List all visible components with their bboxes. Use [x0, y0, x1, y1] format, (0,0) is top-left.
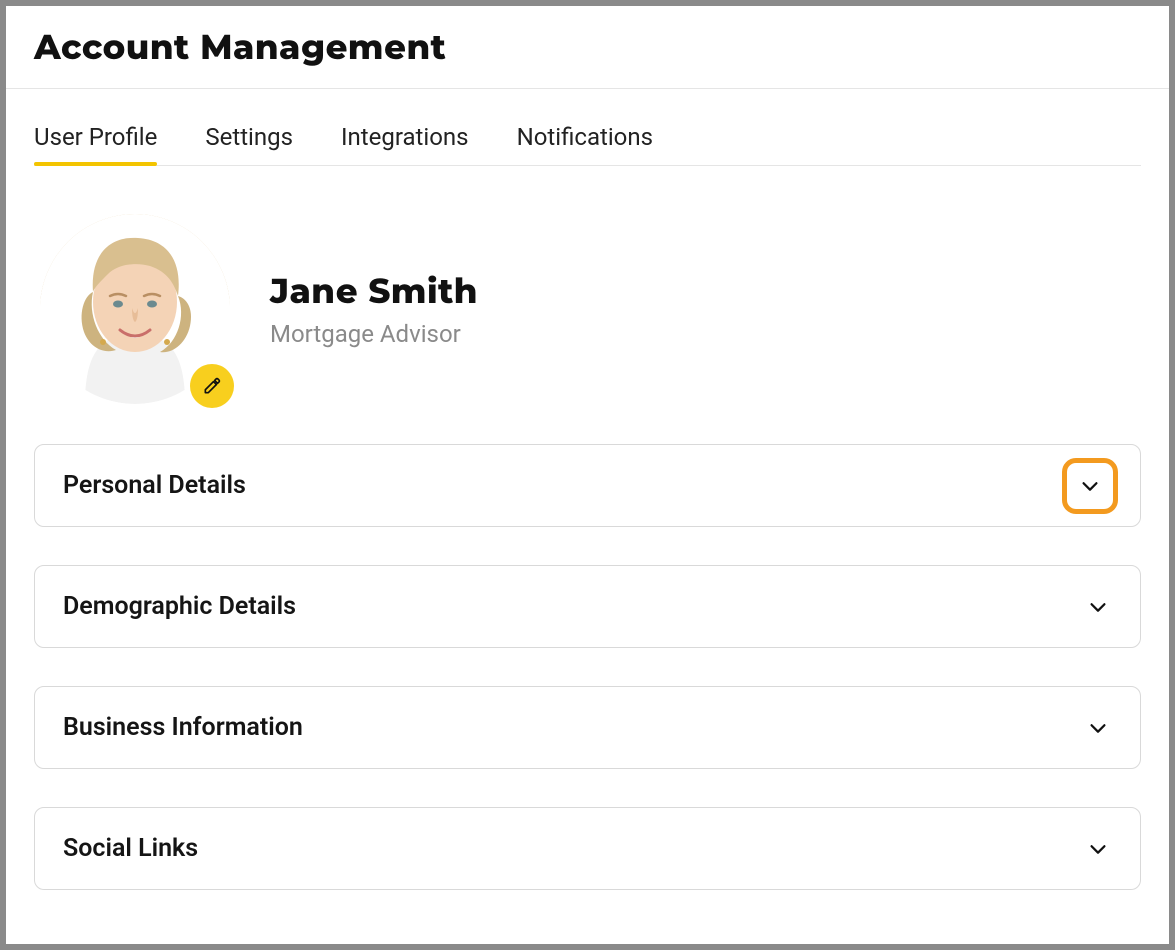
- expand-demographic-details[interactable]: [1084, 593, 1112, 621]
- chevron-down-icon: [1079, 475, 1101, 497]
- section-title: Demographic Details: [63, 592, 296, 621]
- header: Account Management: [6, 6, 1169, 89]
- expand-social-links[interactable]: [1084, 835, 1112, 863]
- section-personal-details[interactable]: Personal Details: [34, 444, 1141, 527]
- tab-notifications[interactable]: Notifications: [517, 117, 653, 165]
- avatar-wrap: [40, 214, 230, 404]
- sections: Personal Details Demographic Details Bus…: [34, 444, 1141, 890]
- profile-text: Jane Smith Mortgage Advisor: [270, 270, 478, 348]
- section-title: Social Links: [63, 834, 198, 863]
- profile-name: Jane Smith: [270, 270, 478, 312]
- expand-personal-details[interactable]: [1062, 458, 1118, 514]
- page-title: Account Management: [34, 26, 1141, 68]
- edit-avatar-button[interactable]: [190, 364, 234, 408]
- account-window: Account Management User Profile Settings…: [6, 6, 1169, 944]
- profile-row: Jane Smith Mortgage Advisor: [34, 166, 1141, 444]
- section-title: Business Information: [63, 713, 303, 742]
- tabs: User Profile Settings Integrations Notif…: [34, 117, 1141, 166]
- chevron-down-icon: [1087, 838, 1109, 860]
- section-demographic-details[interactable]: Demographic Details: [34, 565, 1141, 648]
- tab-user-profile[interactable]: User Profile: [34, 117, 157, 165]
- edit-icon: [202, 376, 222, 396]
- chevron-down-icon: [1087, 717, 1109, 739]
- chevron-down-icon: [1087, 596, 1109, 618]
- expand-business-information[interactable]: [1084, 714, 1112, 742]
- section-social-links[interactable]: Social Links: [34, 807, 1141, 890]
- content: User Profile Settings Integrations Notif…: [6, 89, 1169, 890]
- tab-settings[interactable]: Settings: [205, 117, 293, 165]
- tab-integrations[interactable]: Integrations: [341, 117, 469, 165]
- profile-role: Mortgage Advisor: [270, 320, 478, 348]
- section-title: Personal Details: [63, 471, 246, 500]
- section-business-information[interactable]: Business Information: [34, 686, 1141, 769]
